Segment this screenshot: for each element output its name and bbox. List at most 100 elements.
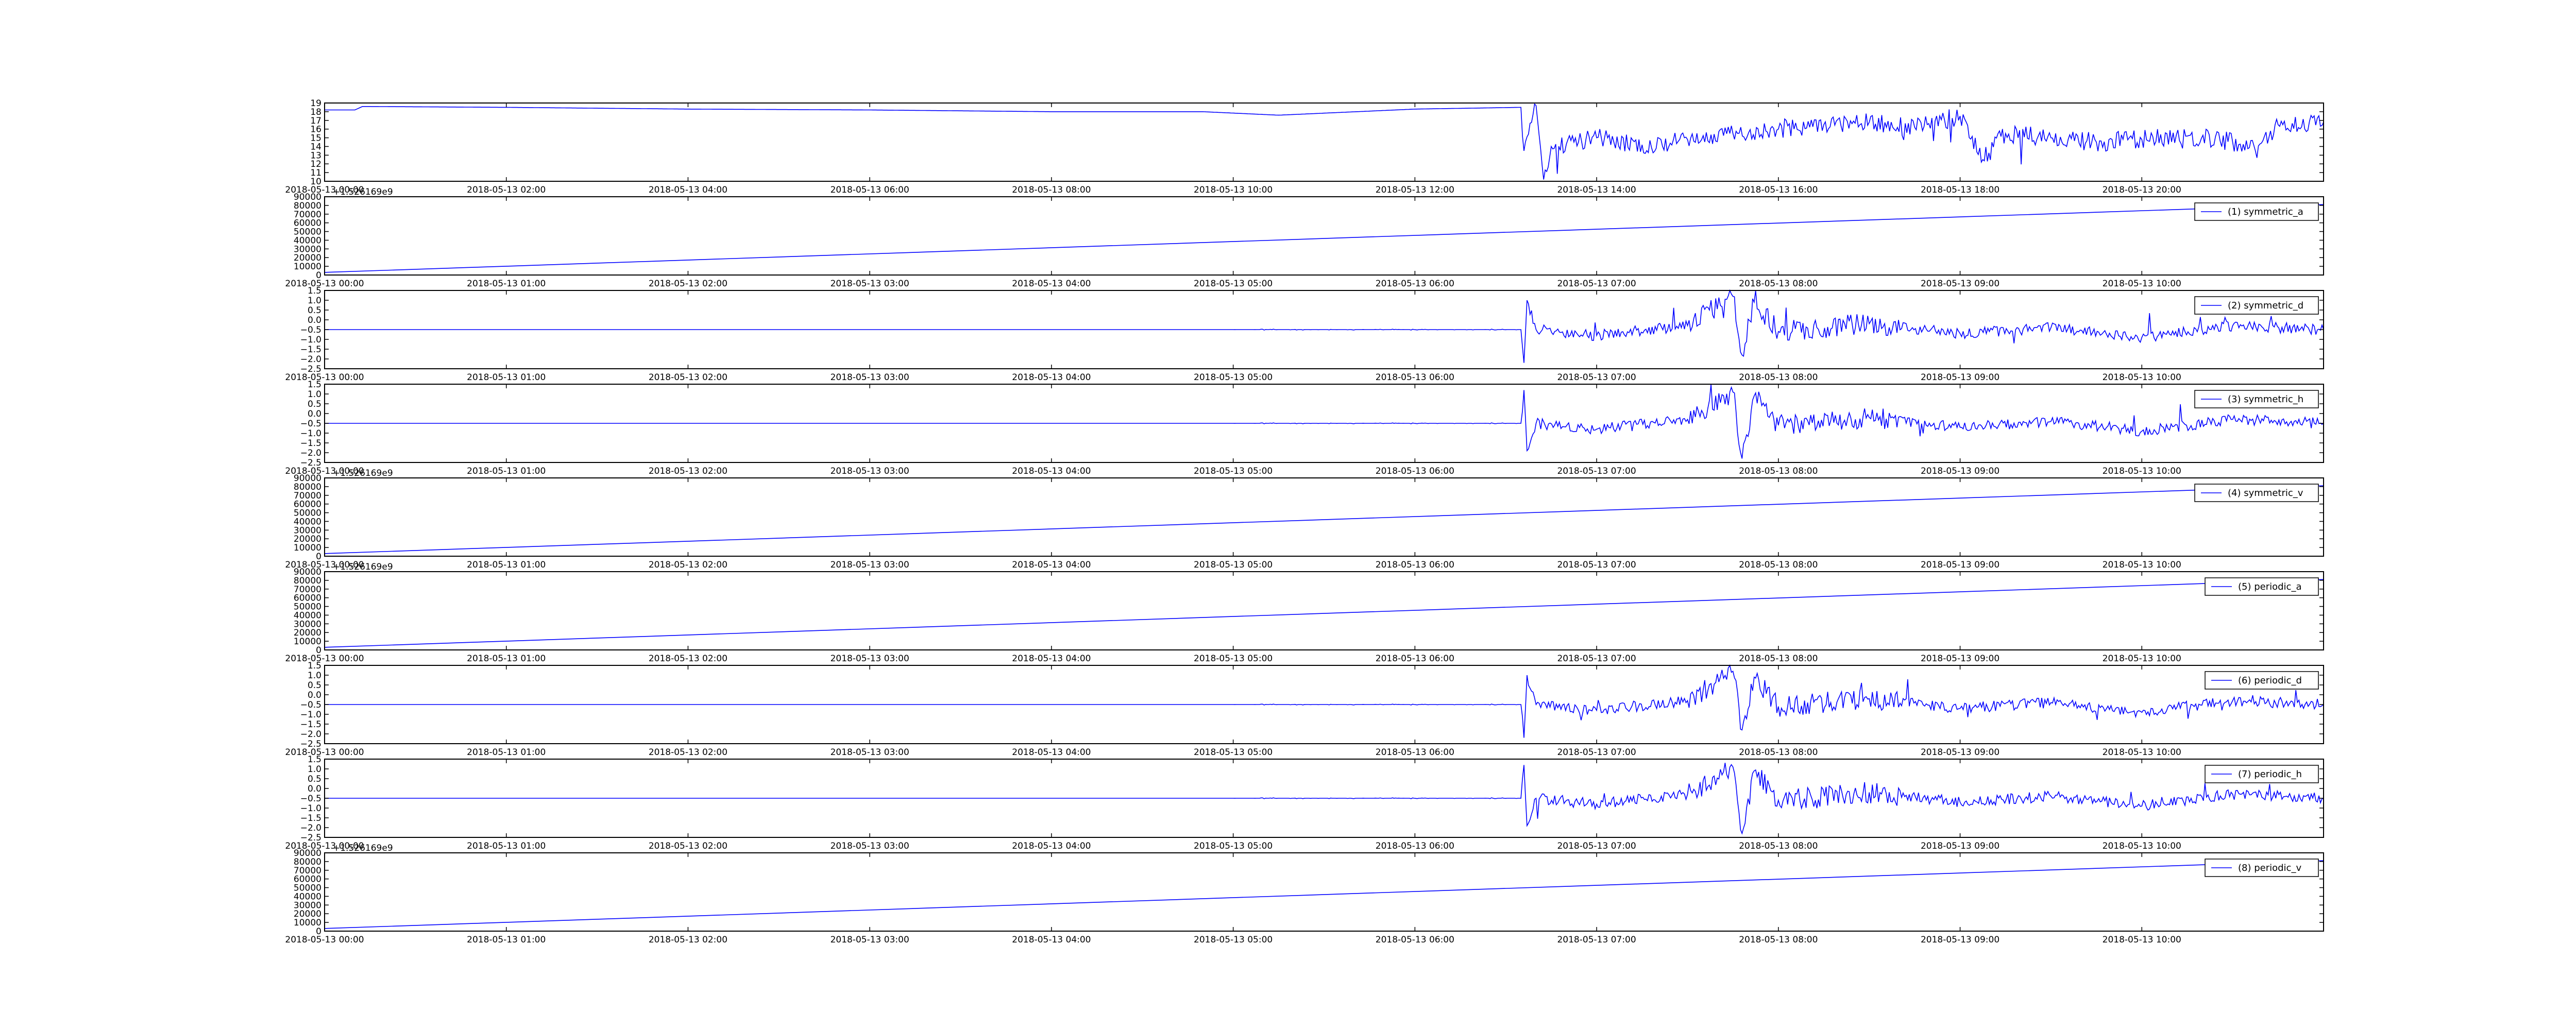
legend-label: (4) symmetric_v (2228, 488, 2303, 499)
x-tick-label: 2018-05-13 01:00 (467, 747, 546, 758)
legend-label: (6) periodic_d (2238, 675, 2302, 686)
x-tick-label: 2018-05-13 07:00 (1557, 841, 1636, 851)
subplot-2: 0100002000030000400005000060000700008000… (285, 187, 2324, 289)
x-tick-label: 2018-05-13 04:00 (1012, 279, 1091, 289)
x-tick-label: 2018-05-13 09:00 (1921, 466, 1999, 476)
y-tick-label: 90000 (294, 192, 321, 202)
y-tick-label: 90000 (294, 567, 321, 577)
x-tick-label: 2018-05-13 07:00 (1557, 466, 1636, 476)
x-tick-label: 2018-05-13 06:00 (1376, 372, 1454, 383)
y-offset-label: +1.526169e9 (333, 187, 393, 197)
x-tick-label: 2018-05-13 10:00 (2103, 372, 2181, 383)
x-tick-label: 2018-05-13 00:00 (285, 654, 364, 664)
y-tick-label: −0.5 (300, 794, 321, 804)
y-tick-label: 1.0 (308, 764, 321, 775)
x-tick-label: 2018-05-13 04:00 (1012, 935, 1091, 945)
x-tick-label: 2018-05-13 07:00 (1557, 279, 1636, 289)
legend-label: (7) periodic_h (2238, 769, 2302, 780)
axes-frame (324, 477, 2324, 557)
x-tick-label: 2018-05-13 16:00 (1739, 185, 1818, 195)
x-tick-label: 2018-05-13 04:00 (1012, 747, 1091, 758)
x-tick-label: 2018-05-13 01:00 (467, 841, 546, 851)
y-tick-label: 0.0 (308, 690, 321, 700)
subplot-8: −2.5−2.0−1.5−1.0−0.50.00.51.01.52018-05-… (285, 754, 2324, 851)
y-tick-label: 1.0 (308, 671, 321, 681)
x-tick-label: 2018-05-13 09:00 (1921, 372, 1999, 383)
x-tick-label: 2018-05-13 04:00 (1012, 654, 1091, 664)
y-tick-label: −1.5 (300, 813, 321, 823)
subplot-3: −2.5−2.0−1.5−1.0−0.50.00.51.01.52018-05-… (285, 286, 2324, 383)
y-tick-label: −1.0 (300, 803, 321, 814)
x-tick-label: 2018-05-13 03:00 (831, 935, 909, 945)
legend-label: (3) symmetric_h (2228, 394, 2303, 405)
x-tick-label: 2018-05-13 08:00 (1012, 185, 1091, 195)
x-tick-label: 2018-05-13 10:00 (2103, 747, 2181, 758)
subplot-5: 0100002000030000400005000060000700008000… (285, 468, 2324, 570)
axes-frame (324, 852, 2324, 932)
y-tick-label: 1.0 (308, 296, 321, 306)
x-tick-label: 2018-05-13 10:00 (1194, 185, 1273, 195)
y-tick-label: −2.0 (300, 823, 321, 833)
x-tick-label: 2018-05-13 06:00 (1376, 654, 1454, 664)
x-tick-label: 2018-05-13 07:00 (1557, 654, 1636, 664)
y-tick-label: 1.5 (308, 754, 321, 765)
y-tick-label: −2.0 (300, 354, 321, 365)
series-line-2 (324, 204, 2324, 273)
series-line-6 (324, 579, 2324, 648)
subplot-7: −2.5−2.0−1.5−1.0−0.50.00.51.01.52018-05-… (285, 661, 2324, 758)
y-tick-label: 0.0 (308, 315, 321, 325)
x-tick-label: 2018-05-13 07:00 (1557, 560, 1636, 570)
x-tick-label: 2018-05-13 01:00 (467, 935, 546, 945)
x-tick-label: 2018-05-13 02:00 (649, 841, 727, 851)
x-tick-label: 2018-05-13 04:00 (1012, 466, 1091, 476)
x-tick-label: 2018-05-13 03:00 (831, 279, 909, 289)
x-tick-label: 2018-05-13 09:00 (1921, 841, 1999, 851)
y-tick-label: −1.0 (300, 428, 321, 439)
x-tick-label: 2018-05-13 01:00 (467, 372, 546, 383)
x-tick-label: 2018-05-13 02:00 (649, 560, 727, 570)
x-tick-label: 2018-05-13 07:00 (1557, 747, 1636, 758)
figure: 101112131415161718192018-05-13 00:00 2018… (285, 98, 2324, 945)
subplot-6: 0100002000030000400005000060000700008000… (285, 562, 2324, 664)
x-tick-label: 2018-05-13 06:00 (1376, 747, 1454, 758)
x-tick-label: 2018-05-13 08:00 (1739, 466, 1818, 476)
x-tick-label: 2018-05-13 10:00 (2103, 279, 2181, 289)
y-tick-label: 1.0 (308, 389, 321, 400)
y-tick-label: 0.5 (308, 399, 321, 409)
x-tick-label: 2018-05-13 01:00 (467, 560, 546, 570)
subplot-9: 0100002000030000400005000060000700008000… (285, 843, 2324, 945)
x-tick-label: 2018-05-13 06:00 (1376, 935, 1454, 945)
x-tick-label: 2018-05-13 05:00 (1194, 466, 1273, 476)
x-tick-label: 2018-05-13 04:00 (1012, 372, 1091, 383)
x-tick-label: 2018-05-13 08:00 (1739, 279, 1818, 289)
x-tick-label: 2018-05-13 03:00 (831, 747, 909, 758)
y-tick-label: 19 (310, 98, 321, 109)
y-tick-label: −1.5 (300, 345, 321, 355)
series-line-9 (324, 860, 2324, 929)
x-tick-label: 2018-05-13 01:00 (467, 466, 546, 476)
x-tick-label: 2018-05-13 05:00 (1194, 841, 1273, 851)
y-tick-label: 1.5 (308, 661, 321, 671)
y-tick-label: −0.5 (300, 419, 321, 429)
x-tick-label: 2018-05-13 10:00 (2103, 841, 2181, 851)
x-tick-label: 2018-05-13 02:00 (649, 935, 727, 945)
y-tick-label: −0.5 (300, 700, 321, 710)
y-offset-label: +1.526169e9 (333, 468, 393, 478)
series-line-8 (325, 763, 2324, 835)
x-tick-label: 2018-05-13 06:00 (1376, 560, 1454, 570)
x-tick-label: 2018-05-13 08:00 (1739, 654, 1818, 664)
y-tick-label: 0.5 (308, 680, 321, 691)
x-tick-label: 2018-05-13 03:00 (831, 560, 909, 570)
x-tick-label: 2018-05-13 07:00 (1557, 935, 1636, 945)
x-tick-label: 2018-05-13 06:00 (1376, 841, 1454, 851)
x-tick-label: 2018-05-13 10:00 (2103, 466, 2181, 476)
x-tick-label: 2018-05-13 10:00 (2103, 560, 2181, 570)
x-tick-label: 2018-05-13 02:00 (649, 747, 727, 758)
axes-frame (324, 196, 2324, 276)
x-tick-label: 2018-05-13 00:00 (285, 747, 364, 758)
legend-label: (5) periodic_a (2238, 581, 2302, 592)
y-offset-label: +1.526169e9 (333, 843, 393, 853)
x-tick-label: 2018-05-13 05:00 (1194, 560, 1273, 570)
y-tick-label: −1.5 (300, 719, 321, 730)
series-line-4 (325, 384, 2324, 459)
